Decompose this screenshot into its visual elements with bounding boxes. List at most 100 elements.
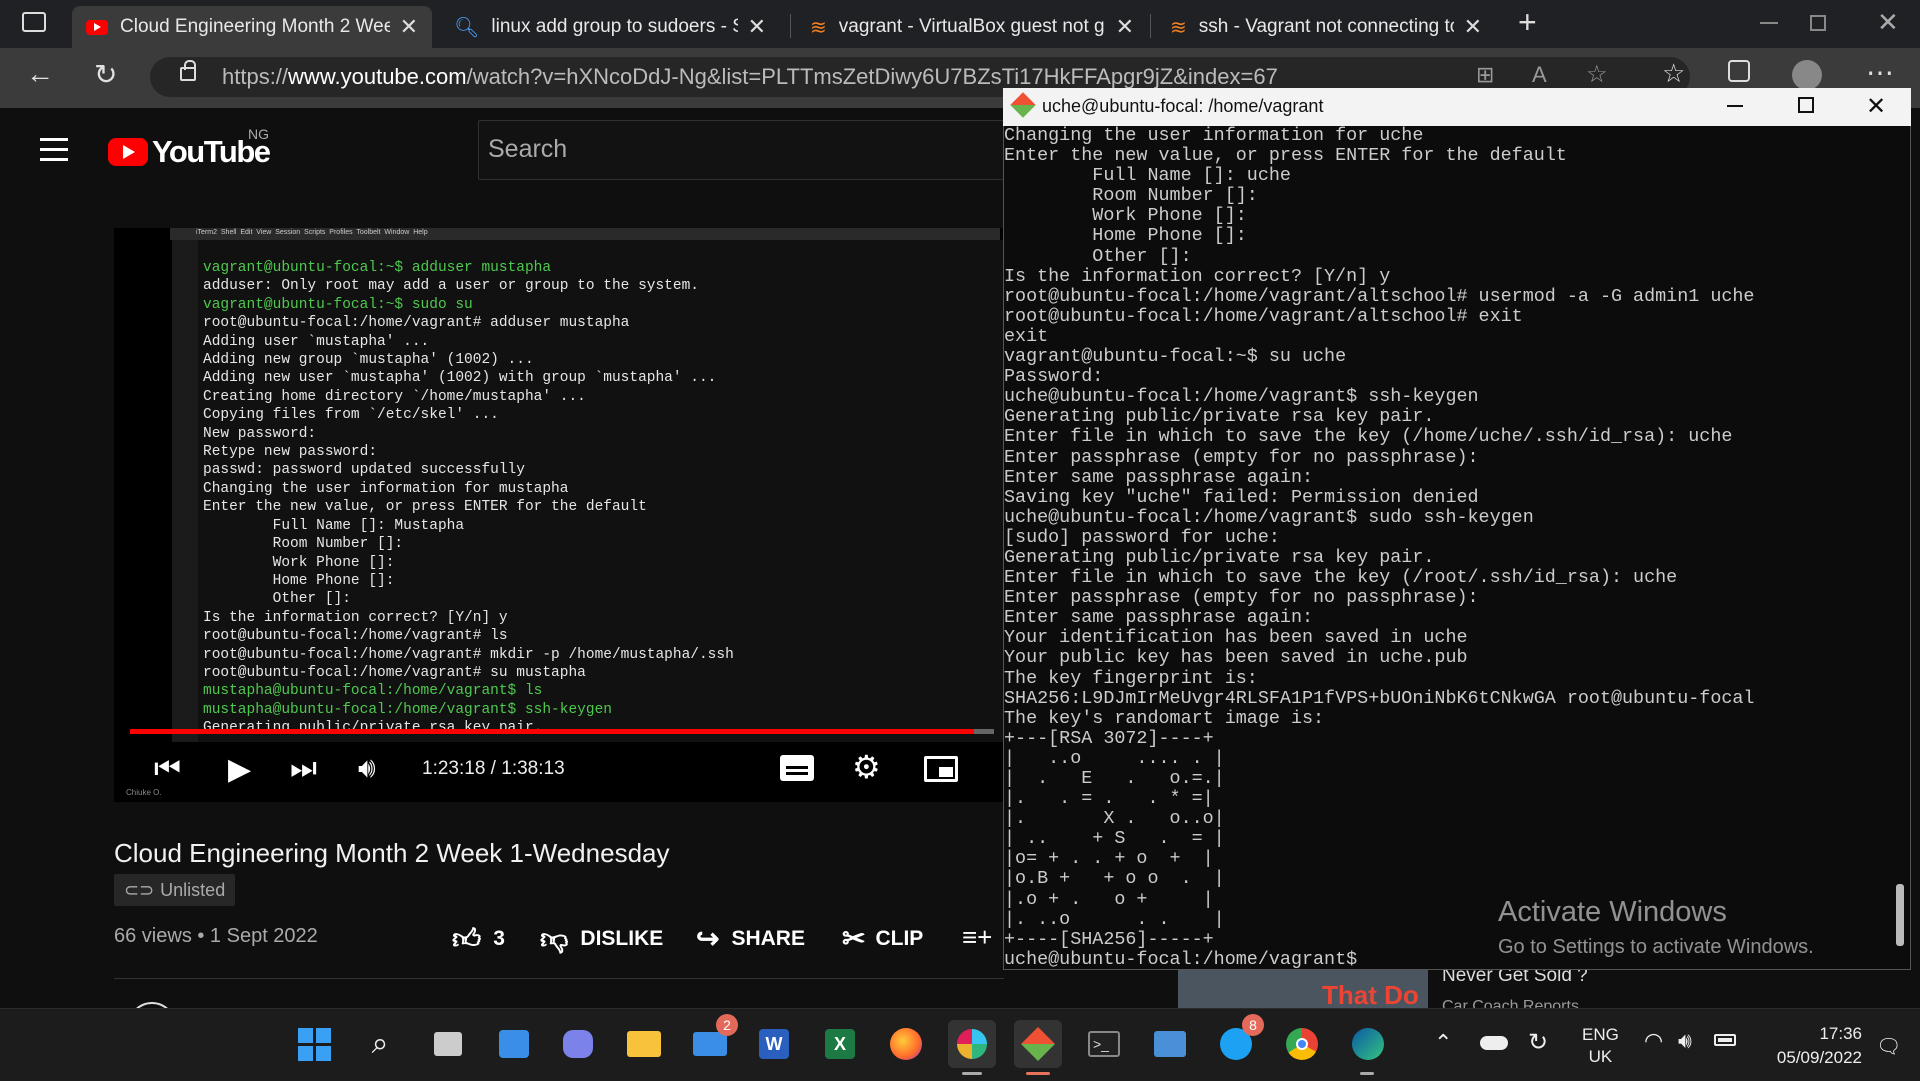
favorites-icon[interactable]: ☆ [1662,58,1685,89]
tab-youtube[interactable]: Cloud Engineering Month 2 Wee ✕ [72,6,432,48]
play-icon[interactable]: ▶︎ [228,752,251,787]
clip-button[interactable]: ✂ CLIP [842,922,923,955]
window-close-icon[interactable]: ✕ [1877,7,1899,38]
window-restore-icon[interactable] [1810,15,1826,31]
read-aloud-icon[interactable]: A [1532,62,1547,88]
hamburger-menu-icon[interactable] [40,138,68,161]
terminal-line: | ..o .... . | [1004,747,1225,769]
terminal-maximize-icon[interactable] [1798,97,1814,113]
dislike-button[interactable]: 👎︎ DISLIKE [540,922,663,956]
window-minimize-icon[interactable] [1760,22,1778,24]
terminal-line: | . E . o.=.| [1004,768,1225,789]
video-terminal-line: Work Phone []: [203,554,395,571]
tab-stackoverflow-2[interactable]: ≋ ssh - Vagrant not connecting to ✕ [1156,6,1496,48]
app-available-icon[interactable]: ⊞ [1476,62,1494,88]
word-button[interactable]: W [750,1020,798,1068]
slack-button[interactable] [948,1020,996,1068]
tab-stackoverflow-1[interactable]: ≋ vagrant - VirtualBox guest not g ✕ [796,6,1148,48]
video-terminal-line: root@ubuntu-focal:/home/vagrant# mkdir -… [203,646,734,663]
unlisted-label: Unlisted [160,879,226,900]
chrome-button[interactable] [1278,1020,1326,1068]
firefox-button[interactable] [882,1020,930,1068]
video-terminal-line: Enter the new value, or press ENTER for … [203,499,647,516]
battery-icon[interactable] [1714,1034,1736,1046]
terminal-line: |o.B + + o o . | [1004,868,1225,890]
clock[interactable]: 17:36 05/09/2022 [1762,1022,1862,1070]
next-video-icon[interactable]: ⏭︎ [290,752,317,786]
miniplayer-icon[interactable] [924,756,958,782]
edge-button[interactable] [1344,1020,1392,1068]
close-tab-icon[interactable]: ✕ [400,14,418,40]
sync-icon[interactable]: ↻ [1528,1028,1548,1057]
wifi-icon[interactable]: ◠ [1644,1028,1663,1054]
back-arrow-icon[interactable]: ← [26,58,54,90]
excel-button[interactable]: X [816,1020,864,1068]
close-tab-icon[interactable]: ✕ [1464,14,1482,40]
recommended-thumbnail[interactable]: That Do [1178,970,1428,1008]
twitter-button[interactable]: 8 [1212,1014,1264,1068]
volume-icon[interactable]: 🔊︎ [358,752,376,785]
word-icon: W [759,1029,789,1059]
terminal-line: Enter same passphrase again: [1004,466,1314,488]
onedrive-icon[interactable] [1480,1036,1508,1050]
more-menu-icon[interactable]: ⋯ [1866,56,1894,89]
video-terminal-line: Adding new user `mustapha' (1002) with g… [203,370,717,387]
url-text[interactable]: https://www.youtube.com/watch?v=hXNcoDdJ… [222,64,1278,90]
close-tab-icon[interactable]: ✕ [748,14,766,40]
task-view-button[interactable] [424,1020,472,1068]
collections-icon[interactable] [1728,60,1750,82]
chrome-icon [1286,1028,1318,1060]
refresh-icon[interactable]: ↻ [94,58,117,91]
tab-actions-icon[interactable] [22,12,46,32]
clip-label: CLIP [875,926,924,950]
remote-desktop-button[interactable] [1146,1020,1194,1068]
terminal-output[interactable]: Changing the user information for uche En… [1004,126,1894,970]
mail-button[interactable]: 2 [686,1014,738,1068]
close-tab-icon[interactable]: ✕ [1116,14,1134,40]
file-explorer-button[interactable] [620,1020,668,1068]
save-to-playlist-icon[interactable]: ≡+ [962,922,992,953]
terminal-line: vagrant@ubuntu-focal:~$ su uche [1004,346,1347,368]
video-terminal-line: Retype new password: [203,444,378,461]
start-button[interactable] [290,1020,338,1068]
notification-icon[interactable]: 🗨︎ [1876,1034,1901,1059]
terminal-line: uche@ubuntu-focal:/home/vagrant$ sudo ss… [1004,506,1534,528]
tab-divider [1150,14,1151,38]
video-terminal-sidebar [172,240,198,742]
new-tab-button[interactable]: + [1518,4,1537,41]
terminal-button[interactable]: >_ [1080,1020,1128,1068]
search-favicon-icon: 🔍︎ [454,16,480,39]
show-hidden-icons-icon[interactable]: ⌃ [1434,1030,1452,1056]
excel-icon: X [825,1029,855,1059]
previous-video-icon[interactable]: ⏮︎ [154,752,181,786]
language-indicator[interactable]: ENG UK [1582,1024,1619,1068]
subtitles-icon[interactable] [780,755,814,781]
video-progress-bar[interactable] [130,729,975,734]
video-terminal-line: Changing the user information for mustap… [203,480,569,497]
like-button[interactable]: 👍︎ 3 [452,922,505,956]
widgets-button[interactable] [490,1020,538,1068]
terminal-line: Enter passphrase (empty for no passphras… [1004,587,1479,609]
terminal-line: Room Number []: [1004,185,1258,207]
video-terminal-line: vagrant@ubuntu-focal:~$ sudo su [203,296,473,313]
terminal-scrollbar[interactable] [1896,884,1904,946]
share-button[interactable]: ↪ SHARE [696,922,805,955]
terminal-line: +---[RSA 3072]----+ [1004,727,1214,749]
git-bash-button[interactable] [1014,1020,1062,1068]
speaker-icon[interactable]: 🔊︎ [1678,1028,1692,1054]
terminal-line: Enter passphrase (empty for no passphras… [1004,446,1479,468]
youtube-logo[interactable]: YouTube [108,134,271,170]
youtube-favicon-icon [86,19,108,35]
terminal-close-icon[interactable]: ✕ [1866,92,1886,121]
widgets-icon [499,1030,529,1058]
teams-chat-button[interactable] [554,1020,602,1068]
settings-gear-icon[interactable]: ⚙︎ [852,748,881,786]
search-taskbar-button[interactable]: ⌕ [356,1020,404,1068]
terminal-line: uche@ubuntu-focal:/home/vagrant$ ssh-key… [1004,386,1479,408]
video-terminal-line: Adding user `mustapha' ... [203,333,430,350]
profile-avatar[interactable] [1792,60,1822,90]
add-favorite-icon[interactable]: ☆ [1586,60,1608,89]
terminal-minimize-icon[interactable] [1727,105,1743,107]
tab-search[interactable]: 🔍︎ linux add group to sudoers - Sea ✕ [440,6,780,48]
edge-running-indicator [1360,1072,1374,1075]
